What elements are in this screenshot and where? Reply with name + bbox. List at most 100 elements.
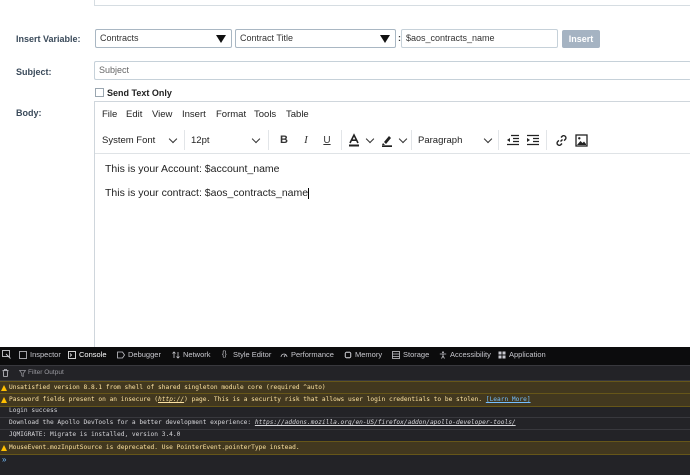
pick-element-icon[interactable] (2, 350, 11, 359)
chevron-down-icon[interactable] (398, 134, 408, 144)
chevron-down-icon (251, 134, 261, 144)
console-log-row: MouseEvent.mozInputSource is deprecated.… (0, 441, 690, 455)
outdent-icon[interactable] (505, 132, 521, 148)
caret-down-icon (216, 35, 226, 43)
content-line: This is your contract: $aos_contracts_na… (105, 187, 690, 199)
image-icon[interactable] (573, 132, 589, 148)
tab-label: Storage (403, 350, 430, 359)
devtools-panel: Inspector Console Debugger Network {} St… (0, 347, 690, 475)
toolbar-divider (411, 130, 412, 150)
text-color-icon[interactable] (346, 132, 362, 148)
subject-input[interactable]: Subject (94, 61, 690, 80)
content-line: This is your Account: $account_name (105, 163, 280, 175)
console-prompt[interactable]: » (2, 455, 6, 464)
underline-icon[interactable]: U (319, 132, 335, 148)
toolbar-divider (498, 130, 499, 150)
tab-network[interactable]: Network (172, 350, 211, 359)
log-message: Login success (9, 407, 58, 414)
menu-tools[interactable]: Tools (254, 109, 276, 120)
tab-label: Style Editor (233, 350, 272, 359)
editor-menubar: File Edit View Insert Format Tools Table (95, 102, 690, 127)
tab-label: Inspector (30, 350, 61, 359)
log-text-part: Download the Apollo DevTools for a bette… (9, 419, 255, 426)
menu-format[interactable]: Format (216, 109, 246, 120)
trash-icon[interactable] (2, 369, 9, 377)
chevron-down-icon (483, 134, 493, 144)
tab-console[interactable]: Console (68, 350, 107, 359)
log-message: MouseEvent.mozInputSource is deprecated.… (9, 444, 300, 451)
performance-icon (280, 353, 288, 357)
memory-icon (344, 350, 352, 359)
console-filter-bar: Filter Output (0, 366, 690, 381)
warning-icon (1, 385, 7, 391)
log-text-part: Password fields present on an insecure ( (9, 396, 159, 403)
font-size-value: 12pt (191, 135, 210, 146)
tab-label: Application (509, 350, 546, 359)
toolbar-divider (341, 130, 342, 150)
italic-icon[interactable]: I (298, 132, 314, 148)
tab-label: Console (79, 350, 107, 359)
accessibility-icon (439, 350, 447, 359)
menu-table[interactable]: Table (286, 109, 309, 120)
editor-content[interactable]: This is your Account: $account_name This… (105, 163, 690, 348)
toolbar-divider (184, 130, 185, 150)
tab-inspector[interactable]: Inspector (19, 350, 61, 359)
form-top-border (94, 0, 690, 6)
warning-icon (1, 397, 7, 403)
log-code: http:// (158, 396, 185, 403)
tab-performance[interactable]: Performance (280, 350, 334, 359)
console-icon (68, 350, 76, 359)
bold-icon[interactable]: B (276, 132, 292, 148)
console-filter-input[interactable]: Filter Output (28, 369, 64, 376)
editor-toolbar: System Font 12pt B I U Paragraph (95, 127, 690, 154)
menu-file[interactable]: File (102, 109, 117, 120)
send-text-only-checkbox[interactable] (95, 88, 104, 97)
learn-more-link[interactable]: [Learn More] (486, 396, 531, 403)
module-select[interactable]: Contracts (95, 29, 232, 48)
tab-accessibility[interactable]: Accessibility (439, 350, 491, 359)
font-family-value: System Font (102, 135, 156, 146)
tab-debugger[interactable]: Debugger (117, 350, 161, 359)
debugger-icon (117, 351, 125, 358)
chevron-down-icon (168, 134, 178, 144)
rich-text-editor: File Edit View Insert Format Tools Table… (94, 101, 690, 349)
log-message: JQMIGRATE: Migrate is installed, version… (9, 431, 181, 438)
tab-label: Performance (291, 350, 334, 359)
send-text-only-label: Send Text Only (107, 88, 172, 98)
storage-icon (392, 350, 400, 359)
insert-variable-label: Insert Variable: (16, 34, 81, 44)
menu-edit[interactable]: Edit (126, 109, 142, 120)
tab-style-editor[interactable]: {} Style Editor (222, 350, 271, 359)
toolbar-divider (546, 130, 547, 150)
menu-insert[interactable]: Insert (182, 109, 206, 120)
application-icon (498, 351, 506, 358)
highlight-color-icon[interactable] (379, 132, 395, 148)
apollo-devtools-link[interactable]: https://addons.mozilla.org/en-US/firefox… (255, 419, 516, 426)
field-select[interactable]: Contract Title (235, 29, 396, 48)
tab-storage[interactable]: Storage (392, 350, 429, 359)
toolbar-divider (268, 130, 269, 150)
menu-view[interactable]: View (152, 109, 172, 120)
link-icon[interactable] (553, 132, 569, 148)
caret-down-icon (380, 35, 390, 43)
network-icon (172, 350, 180, 359)
body-label: Body: (16, 108, 42, 118)
devtools-toolbar: Inspector Console Debugger Network {} St… (0, 347, 690, 366)
content-line-text: This is your contract: $aos_contracts_na… (105, 187, 309, 199)
log-message: Download the Apollo DevTools for a bette… (9, 417, 516, 429)
tab-memory[interactable]: Memory (344, 350, 382, 359)
variable-name-input[interactable]: $aos_contracts_name (401, 29, 558, 48)
tab-label: Memory (355, 350, 383, 359)
inspector-icon (19, 350, 27, 359)
block-format-value: Paragraph (418, 135, 463, 146)
subject-label: Subject: (16, 67, 52, 77)
tab-label: Debugger (128, 350, 161, 359)
chevron-down-icon[interactable] (365, 134, 375, 144)
tab-label: Accessibility (450, 350, 491, 359)
insert-button[interactable]: Insert (562, 30, 600, 48)
module-select-value: Contracts (100, 33, 139, 43)
style-editor-icon: {} (222, 350, 227, 358)
tab-application[interactable]: Application (498, 350, 546, 359)
indent-icon[interactable] (525, 132, 541, 148)
filter-icon (19, 370, 26, 377)
